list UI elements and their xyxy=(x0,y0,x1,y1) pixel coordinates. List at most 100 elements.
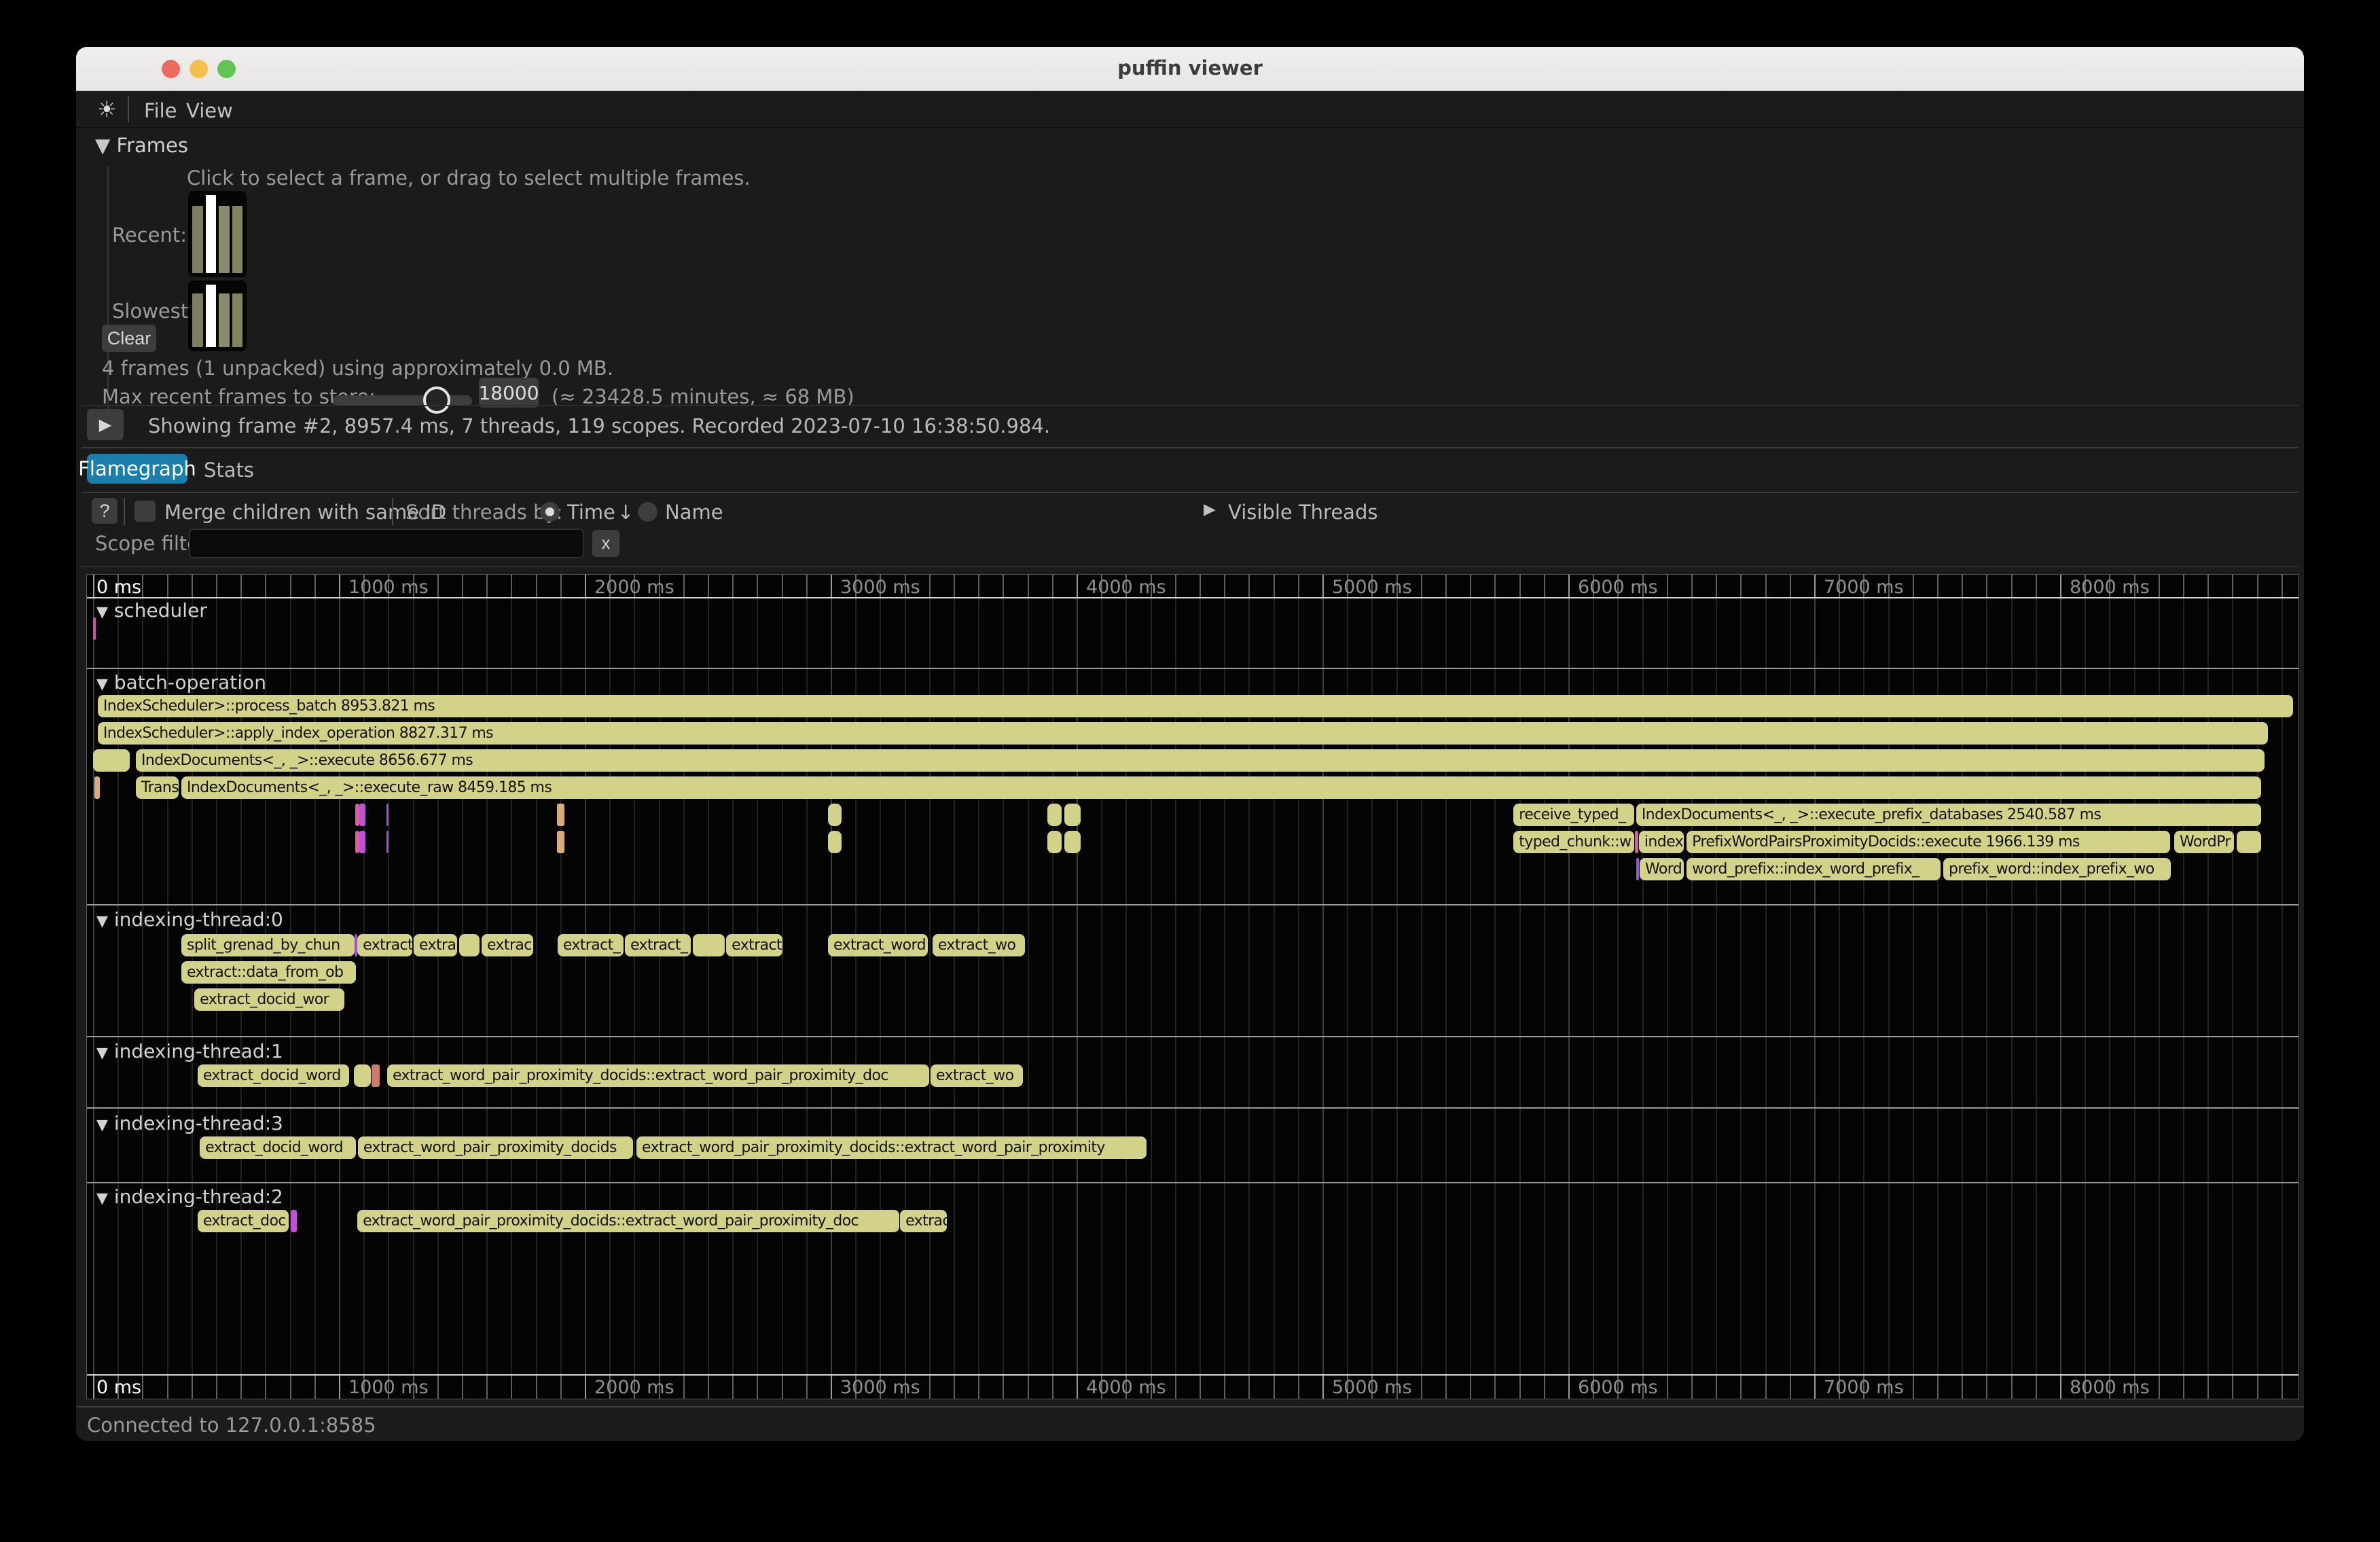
max-frames-value[interactable]: 18000 xyxy=(479,378,539,408)
flame-bar[interactable]: extrac xyxy=(482,934,533,956)
flame-bar[interactable]: IndexDocuments<_, _>::execute_prefix_dat… xyxy=(1636,804,2261,826)
flame-bar[interactable] xyxy=(693,934,725,956)
flame-bar[interactable]: extract_ xyxy=(625,934,691,956)
flame-bar[interactable]: extract xyxy=(726,934,782,956)
merge-children-label[interactable]: Merge children with same ID xyxy=(164,501,446,524)
flame-bar[interactable]: extract_docid_wor xyxy=(194,988,344,1011)
flame-bar[interactable] xyxy=(1064,804,1081,826)
flame-bar[interactable] xyxy=(1047,831,1062,853)
thread-group-header[interactable]: ▼ scheduler xyxy=(96,599,207,622)
scope-filter-input[interactable] xyxy=(189,528,584,558)
flame-bar[interactable]: extract_word_pair_proximity_docids::extr… xyxy=(357,1210,899,1232)
flame-bar[interactable]: IndexScheduler>::apply_index_operation 8… xyxy=(98,722,2268,745)
sort-name-radio[interactable] xyxy=(638,502,657,522)
clear-filter-button[interactable]: x xyxy=(592,530,619,557)
slowest-frames-thumbnail[interactable] xyxy=(188,281,247,351)
flame-bar[interactable]: split_grenad_by_chun xyxy=(181,934,355,956)
sort-name-label[interactable]: Name xyxy=(665,501,723,524)
max-frames-slider-knob[interactable] xyxy=(423,387,450,414)
help-button[interactable]: ? xyxy=(92,498,118,524)
flame-bar[interactable]: WordPr xyxy=(2174,831,2234,853)
flame-bar[interactable] xyxy=(1047,804,1062,826)
flame-bar[interactable]: index xyxy=(1639,831,1684,853)
thread-group-header[interactable]: ▼ indexing-thread:0 xyxy=(96,908,283,931)
flame-bar[interactable]: typed_chunk::w xyxy=(1513,831,1634,853)
theme-toggle-sun-icon[interactable]: ☀ xyxy=(97,96,117,122)
flame-bar[interactable]: extract xyxy=(357,934,412,956)
frame-bar[interactable] xyxy=(232,206,243,273)
frame-bar[interactable] xyxy=(192,293,203,347)
flame-bar[interactable]: IndexScheduler>::process_batch 8953.821 … xyxy=(98,695,2293,717)
frame-bar[interactable] xyxy=(192,206,203,273)
flame-bar[interactable]: extract_word_pair_proximity_docids::extr… xyxy=(636,1136,1147,1159)
flame-bar[interactable]: extract_docid_word xyxy=(200,1136,356,1159)
flame-bar[interactable] xyxy=(291,1210,297,1232)
sort-time-radio[interactable] xyxy=(540,502,560,522)
flame-bar[interactable] xyxy=(94,776,100,799)
flame-bar[interactable]: IndexDocuments<_, _>::execute 8656.677 m… xyxy=(136,749,2265,772)
frame-bar[interactable] xyxy=(219,293,230,347)
flame-bar[interactable]: PrefixWordPairsProximityDocids::execute … xyxy=(1687,831,2170,853)
thread-group-header[interactable]: ▼ indexing-thread:1 xyxy=(96,1040,283,1062)
ruler-tick xyxy=(1814,575,1816,597)
thread-group-header[interactable]: ▼ batch-operation xyxy=(96,671,266,694)
visible-threads-header[interactable]: Visible Threads xyxy=(1228,501,1377,524)
ruler-tick xyxy=(2257,1374,2258,1399)
flame-bar[interactable] xyxy=(1635,831,1638,853)
tab-flamegraph[interactable]: Flamegraph xyxy=(87,454,187,484)
flame-bar[interactable] xyxy=(93,617,96,640)
flame-bar[interactable] xyxy=(828,804,842,826)
flame-bar[interactable] xyxy=(828,831,842,853)
flame-bar[interactable] xyxy=(386,804,389,826)
frame-bar[interactable] xyxy=(232,293,243,347)
flame-bar[interactable]: extract_wo xyxy=(933,934,1025,956)
flame-bar[interactable] xyxy=(557,831,564,853)
flame-bar[interactable] xyxy=(459,934,480,956)
sort-direction-arrow-icon[interactable]: ↓ xyxy=(617,501,634,524)
flame-bar[interactable]: Word xyxy=(1640,858,1684,880)
flame-bar[interactable] xyxy=(2237,831,2261,853)
tab-stats[interactable]: Stats xyxy=(204,459,254,482)
clear-frames-button[interactable]: Clear xyxy=(102,325,156,352)
flame-bar[interactable]: extract_word xyxy=(828,934,928,956)
flame-bar[interactable]: extract_docid_word xyxy=(198,1064,349,1087)
flame-bar[interactable]: receive_typed_ xyxy=(1513,804,1634,826)
merge-children-checkbox[interactable] xyxy=(134,501,156,522)
flame-bar[interactable] xyxy=(354,1064,371,1087)
sort-time-label[interactable]: Time xyxy=(567,501,615,524)
flame-canvas[interactable]: 0 ms0 ms1000 ms1000 ms2000 ms2000 ms3000… xyxy=(86,574,2299,1399)
flame-bar[interactable]: extract_doc xyxy=(198,1210,289,1232)
visible-threads-collapse-icon[interactable]: ▶ xyxy=(1204,501,1216,518)
frame-bar[interactable] xyxy=(206,195,217,273)
frame-bar[interactable] xyxy=(219,206,230,273)
flame-bar[interactable] xyxy=(1064,831,1081,853)
recent-frames-thumbnail[interactable] xyxy=(188,191,247,277)
thread-group-header[interactable]: ▼ indexing-thread:3 xyxy=(96,1112,283,1134)
menu-file[interactable]: File xyxy=(144,99,177,122)
frames-section-header[interactable]: ▼ Frames xyxy=(95,134,188,157)
thread-group-header[interactable]: ▼ indexing-thread:2 xyxy=(96,1185,283,1208)
flame-bar[interactable]: extract_word_pair_proximity_docids::extr… xyxy=(387,1064,929,1087)
frame-bar[interactable] xyxy=(206,285,217,347)
flame-bar[interactable] xyxy=(557,804,564,826)
menu-view[interactable]: View xyxy=(186,99,233,122)
flame-bar[interactable]: extract_ xyxy=(558,934,624,956)
flame-bar[interactable]: prefix_word::index_prefix_wo xyxy=(1943,858,2171,880)
flame-bar[interactable]: extract_word_pair_proximity_docids xyxy=(358,1136,633,1159)
flame-bar[interactable]: extract_wo xyxy=(931,1064,1023,1087)
play-button[interactable]: ▶ xyxy=(87,409,124,440)
flame-bar[interactable] xyxy=(372,1064,380,1087)
title-bar[interactable]: puffin viewer xyxy=(76,47,2304,91)
flame-bar[interactable]: extra xyxy=(414,934,457,956)
flame-bar[interactable]: word_prefix::index_word_prefix_ xyxy=(1687,858,1941,880)
flame-bar[interactable] xyxy=(1636,858,1639,880)
flame-bar[interactable]: extract::data_from_ob xyxy=(181,961,356,984)
flame-bar[interactable] xyxy=(93,749,130,772)
flame-bar[interactable]: IndexDocuments<_, _>::execute_raw 8459.1… xyxy=(181,776,2261,799)
flame-bar[interactable] xyxy=(359,804,365,826)
flame-bar[interactable]: Trans xyxy=(136,776,179,799)
flame-bar[interactable]: extrac xyxy=(900,1210,947,1232)
flame-bar[interactable] xyxy=(386,831,389,853)
recent-frames-label: Recent: xyxy=(112,223,187,247)
flame-bar[interactable] xyxy=(359,831,365,853)
